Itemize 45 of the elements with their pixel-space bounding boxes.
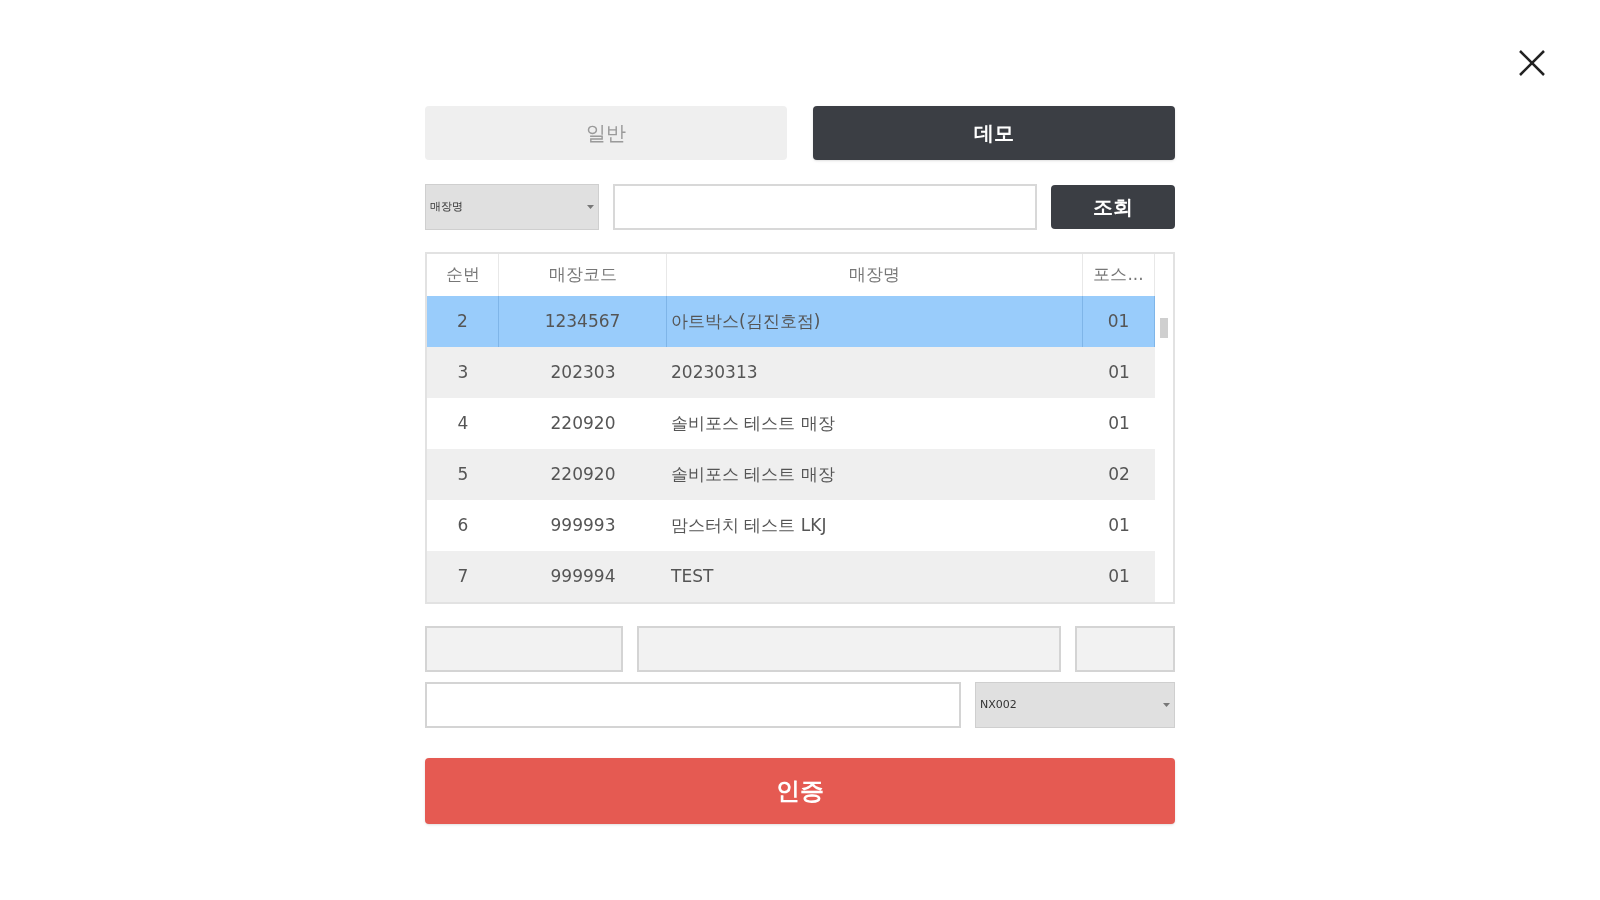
pos-field[interactable] [1075,626,1175,672]
text-field[interactable] [425,682,961,728]
table-cell-text: 01 [1108,411,1130,435]
table-cell-text: 4 [457,411,469,435]
column-header: 순번 [445,263,480,287]
table-cell-text: 02 [1108,462,1130,486]
table-cell-text: 01 [1108,513,1130,537]
table-cell-text: 6 [457,513,469,537]
table-cell-text: 01 [1107,309,1130,333]
column-header: 매장명 [849,263,900,287]
table-cell-text: 2 [457,309,468,333]
table-cell-text: TEST [671,564,714,588]
column-header: 포스... [1093,263,1144,287]
search-field[interactable] [613,184,1037,230]
table-cell-text: 220920 [550,411,616,435]
verify-button[interactable]: 인증 [425,758,1175,824]
table-cell-text: 7 [457,564,469,588]
device-dropdown[interactable]: NX002 [975,682,1175,728]
table-row[interactable]: 7 999994 TEST 01 [427,551,1155,602]
store-code-field[interactable] [425,626,623,672]
table-cell-text: 1234567 [544,309,621,333]
caret-icon [587,205,594,209]
table-cell-text: 01 [1108,360,1130,384]
table-cell-text: 솔비포스 테스트 매장 [671,411,835,435]
table-cell-text: 5 [457,462,469,486]
caret-icon [1163,703,1170,707]
table-cell-text: 솔비포스 테스트 매장 [671,462,835,486]
table-cell-text: 220920 [550,462,616,486]
table-cell-text: 01 [1108,564,1130,588]
table-cell-text: 맘스터치 테스트 LKJ [671,513,827,537]
table-cell-text: 202303 [550,360,616,384]
filter-dropdown[interactable]: 매장명 [425,184,599,230]
table-cell-text: 999993 [550,513,616,537]
column-header: 매장코드 [548,263,617,287]
mode-tab[interactable]: 데모 [813,106,1175,160]
table-row[interactable]: 3 202303 20230313 01 [427,347,1155,398]
table-cell-text: 아트박스(김진호점) [671,309,821,333]
search-button[interactable]: 조회 [1051,185,1175,229]
table-row[interactable]: 2 1234567 아트박스(김진호점) 01 [427,296,1155,347]
close-icon [1518,49,1546,77]
store-name-field[interactable] [637,626,1061,672]
table-row[interactable]: 5 220920 솔비포스 테스트 매장 02 [427,449,1155,500]
table-cell-text: 3 [457,360,469,384]
table-cell-text: 999994 [550,564,616,588]
table-cell-text: 20230313 [671,360,758,384]
